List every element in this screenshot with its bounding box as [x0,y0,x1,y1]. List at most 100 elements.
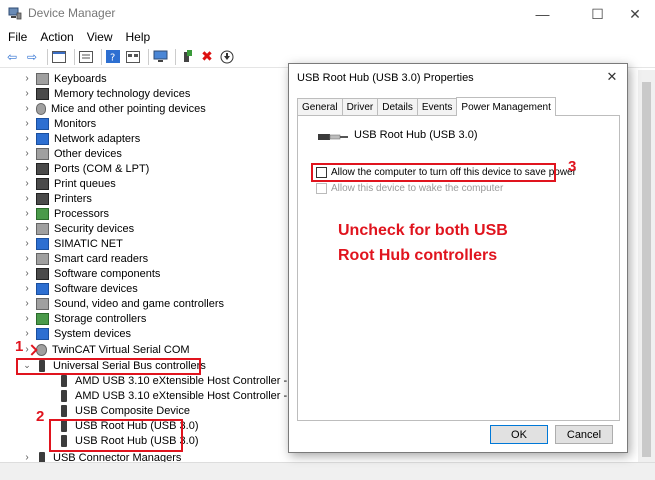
vertical-scrollbar[interactable] [638,70,655,462]
chevron-right-icon[interactable]: › [22,236,32,251]
tree-item-other-devices[interactable]: › Other devices [22,146,122,161]
tab-details[interactable]: Details [377,98,418,115]
chevron-right-icon[interactable]: › [22,131,32,146]
tab-driver[interactable]: Driver [341,98,379,115]
chevron-right-icon[interactable]: › [22,221,32,236]
close-button[interactable]: ✕ [615,0,655,28]
tree-item-ports[interactable]: › Ports (COM & LPT) [22,161,149,176]
annotation-number-3: 3 [568,158,577,175]
usb-root-hub-properties-dialog: USB Root Hub (USB 3.0) Properties ✕ Gene… [288,63,628,453]
title-bar: Device Manager — ☐ ✕ [0,0,655,28]
chevron-right-icon[interactable]: › [22,326,32,341]
show-hide-console-tree-icon[interactable] [51,49,67,65]
tree-item-storage-controllers[interactable]: › Storage controllers [22,311,146,326]
chevron-right-icon[interactable]: › [22,296,32,311]
chevron-right-icon[interactable]: › [22,86,32,101]
monitor-icon [36,117,49,130]
annotation-number-1: 1 [15,338,24,355]
toolbar-separator [148,48,149,65]
tree-item-software-devices[interactable]: › Software devices [22,281,138,296]
tree-item-memory-technology[interactable]: › Memory technology devices [22,86,190,101]
tab-power-management[interactable]: Power Management [456,97,556,116]
printer-icon [36,192,49,205]
tree-item-smart-card-readers[interactable]: › Smart card readers [22,251,148,266]
chevron-right-icon[interactable]: › [22,71,32,86]
chevron-right-icon[interactable]: › [22,116,32,131]
scrollbar-thumb[interactable] [642,82,651,457]
usb-cable-icon [318,134,348,140]
menu-action[interactable]: Action [40,30,73,44]
tree-item-processors[interactable]: › Processors [22,206,109,221]
tree-item-monitors[interactable]: › Monitors [22,116,96,131]
printer-icon [36,177,49,190]
chevron-right-icon[interactable]: › [22,311,32,326]
wake-option: Allow this device to wake the computer [316,183,503,194]
chevron-right-icon[interactable]: › [22,161,32,176]
memory-card-icon [36,87,49,100]
tree-item-sound-video[interactable]: › Sound, video and game controllers [22,296,224,311]
tree-item-keyboards[interactable]: › Keyboards [22,71,107,86]
forward-arrow-icon[interactable]: ⇨ [24,49,40,65]
dialog-tabs: General Driver Details Events Power Mana… [297,97,556,116]
tree-item-system-devices[interactable]: › System devices [22,326,131,341]
tree-item-printers[interactable]: › Printers [22,191,92,206]
software-component-icon [36,267,49,280]
tree-item-security-devices[interactable]: › Security devices [22,221,134,236]
speaker-icon [36,297,49,310]
unknown-device-icon [36,147,49,160]
back-arrow-icon[interactable]: ⇦ [4,49,20,65]
svg-text:?: ? [110,53,115,64]
chevron-right-icon[interactable]: › [22,450,32,462]
chevron-right-icon[interactable]: › [22,206,32,221]
toolbar-separator [74,48,75,65]
tree-item-network-adapters[interactable]: › Network adapters [22,131,140,146]
tab-general[interactable]: General [297,98,343,115]
security-key-icon [36,222,49,235]
minimize-button[interactable]: — [520,0,565,28]
update-driver-icon[interactable] [219,49,235,65]
tab-events[interactable]: Events [416,98,458,115]
menu-file[interactable]: File [8,30,27,44]
tree-item-print-queues[interactable]: › Print queues [22,176,116,191]
window-title: Device Manager [28,6,116,20]
storage-controller-icon [36,312,49,325]
menu-help[interactable]: Help [126,30,151,44]
chevron-right-icon[interactable]: › [22,266,32,281]
annotation-number-2: 2 [36,408,45,425]
instruction-note-line1: Uncheck for both USB [338,222,508,239]
tree-item-software-components[interactable]: › Software components [22,266,160,281]
dialog-close-button[interactable]: ✕ [601,68,623,86]
add-driver-icon[interactable] [179,49,195,65]
system-device-icon [36,327,49,340]
uninstall-x-icon[interactable]: ✖ [199,48,215,65]
tree-item-usb-composite-device[interactable]: USB Composite Device [58,403,190,418]
scan-list-icon[interactable] [125,49,141,65]
horizontal-scrollbar[interactable] [0,462,655,480]
monitor-icon[interactable] [152,49,168,65]
highlight-usb-root-hubs [49,419,183,452]
ok-button[interactable]: OK [490,425,548,444]
tree-item-simatic-net[interactable]: › SIMATIC NET [22,236,123,251]
chevron-right-icon[interactable]: › [22,101,32,116]
chevron-right-icon[interactable]: › [22,281,32,296]
cancel-button[interactable]: Cancel [555,425,613,444]
chevron-right-icon[interactable]: › [22,176,32,191]
maximize-button[interactable]: ☐ [575,0,620,28]
chevron-right-icon[interactable]: › [22,146,32,161]
tree-item-mice[interactable]: › Mice and other pointing devices [22,101,206,116]
network-icon [36,237,49,250]
tree-item-twincat-serial[interactable]: › TwinCAT Virtual Serial COM [22,342,190,357]
help-icon[interactable]: ? [105,49,121,65]
chevron-right-icon[interactable]: › [22,191,32,206]
toolbar-separator [101,48,102,65]
usb-connector-icon [61,389,67,402]
toolbar-separator [47,48,48,65]
device-name: USB Root Hub (USB 3.0) [354,129,478,141]
properties-icon[interactable] [78,49,94,65]
wake-label: Allow this device to wake the computer [331,183,504,194]
chevron-right-icon[interactable]: › [22,251,32,266]
usb-connector-icon [61,374,67,387]
wake-checkbox [316,183,327,194]
smart-card-icon [36,252,49,265]
menu-view[interactable]: View [87,30,113,44]
